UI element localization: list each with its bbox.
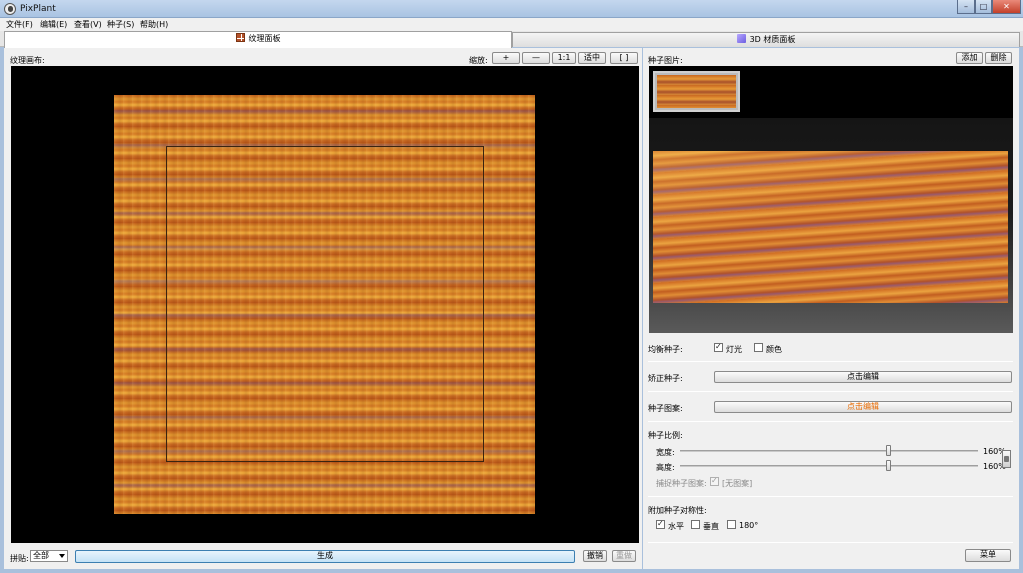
close-button[interactable]: ✕ (992, 0, 1021, 14)
title-bar: PixPlant – □ ✕ (0, 0, 1023, 18)
seed-preview-image (653, 151, 1008, 303)
texture-panel: 纹理画布: 缩放: + — 1:1 适中 [ ] 拼贴: 全部 生成 撤销 重做 (4, 48, 642, 569)
canvas-label: 纹理画布: (10, 56, 45, 65)
maximize-button[interactable]: □ (975, 0, 992, 14)
cube-icon (736, 34, 746, 43)
generated-wood-texture[interactable] (114, 95, 535, 514)
symmetry-vertical-checkbox[interactable] (691, 520, 700, 529)
height-label: 高度: (656, 463, 675, 472)
minimize-button[interactable]: – (957, 0, 975, 14)
tab-material-label: 3D 材质面板 (749, 35, 796, 44)
generate-button[interactable]: 生成 (75, 550, 575, 563)
correct-seed-edit-button[interactable]: 点击编辑 (714, 371, 1012, 383)
zoom-fit-button[interactable]: 适中 (578, 52, 606, 64)
symmetry-vertical-label: 垂直 (703, 522, 719, 531)
capture-pattern-value: [无图案] (722, 479, 753, 488)
add-seed-button[interactable]: 添加 (956, 52, 983, 64)
menu-file[interactable]: 文件(F) (6, 19, 33, 30)
width-label: 宽度: (656, 448, 675, 457)
tile-boundary (166, 146, 484, 462)
correct-seed-label: 矫正种子: (648, 374, 683, 383)
tab-texture-panel[interactable]: 纹理面板 (4, 31, 512, 48)
undo-button[interactable]: 撤销 (583, 550, 607, 562)
symmetry-180-label: 180° (739, 521, 759, 530)
symmetry-label: 附加种子对称性: (648, 506, 707, 515)
menu-help[interactable]: 帮助(H) (140, 19, 168, 30)
width-slider-thumb[interactable] (886, 445, 892, 456)
seed-image-view[interactable] (649, 66, 1013, 333)
redo-button[interactable]: 重做 (612, 550, 636, 562)
zoom-label: 缩放: (469, 56, 488, 65)
tab-3d-material-panel[interactable]: 3D 材质面板 (512, 32, 1020, 47)
generate-bar: 拼贴: 全部 生成 撤销 重做 (4, 548, 642, 566)
tab-texture-label: 纹理面板 (248, 34, 281, 43)
seed-image-label: 种子图片: (648, 56, 683, 65)
menu-bar: 文件(F) 编辑(E) 查看(V) 种子(S) 帮助(H) (0, 18, 1023, 31)
lock-ratio-button[interactable] (1002, 450, 1011, 468)
chevron-down-icon (59, 554, 65, 558)
capture-pattern-label: 捕捉种子图案: (656, 479, 707, 488)
texture-grid-icon (235, 33, 245, 42)
seed-panel: 种子图片: 添加 删除 均衡种子: 灯光 颜色 矫正种子: 点击编辑 种子图案:… (643, 48, 1019, 569)
delete-seed-button[interactable]: 删除 (985, 52, 1012, 64)
seed-scale-label: 种子比例: (648, 431, 683, 440)
balance-color-label: 颜色 (766, 345, 782, 354)
balance-light-checkbox[interactable] (714, 342, 723, 352)
height-slider[interactable] (680, 465, 978, 467)
menu-edit[interactable]: 编辑(E) (40, 19, 67, 30)
panel-tabs: 纹理面板 3D 材质面板 (0, 31, 1023, 48)
zoom-actual-button[interactable]: 1:1 (552, 52, 576, 64)
symmetry-horizontal-checkbox[interactable] (656, 519, 665, 529)
symmetry-180-checkbox[interactable] (727, 520, 736, 529)
seed-thumbnail[interactable] (653, 71, 740, 112)
balance-seed-label: 均衡种子: (648, 345, 683, 354)
zoom-out-button[interactable]: — (522, 52, 550, 64)
capture-pattern-checkbox[interactable] (710, 476, 719, 486)
zoom-fullscreen-button[interactable]: [ ] (610, 52, 638, 64)
seed-pattern-edit-button[interactable]: 点击编辑 (714, 401, 1012, 413)
texture-canvas[interactable] (11, 66, 639, 543)
balance-color-checkbox[interactable] (754, 343, 763, 352)
menu-seed[interactable]: 种子(S) (107, 19, 134, 30)
menu-view[interactable]: 查看(V) (74, 19, 102, 30)
paste-label: 拼贴: (10, 554, 29, 563)
zoom-in-button[interactable]: + (492, 52, 520, 64)
height-slider-thumb[interactable] (886, 460, 892, 471)
window-title: PixPlant (20, 4, 56, 14)
seed-pattern-label: 种子图案: (648, 404, 683, 413)
symmetry-horizontal-label: 水平 (668, 522, 684, 531)
width-slider[interactable] (680, 450, 978, 452)
menu-button[interactable]: 菜单 (965, 549, 1011, 562)
balance-light-label: 灯光 (726, 345, 742, 354)
paste-select[interactable]: 全部 (30, 550, 68, 562)
app-icon (4, 3, 16, 15)
